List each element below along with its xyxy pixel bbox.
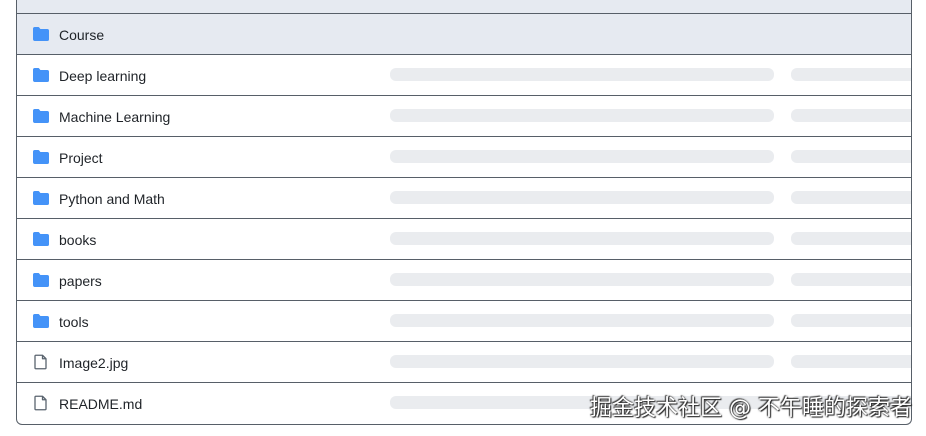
commit-date-placeholder — [791, 68, 911, 81]
commit-date-placeholder — [791, 109, 911, 122]
item-name[interactable]: Course — [59, 27, 104, 43]
item-name[interactable]: Image2.jpg — [59, 355, 128, 371]
commit-message-placeholder — [390, 232, 774, 245]
list-item[interactable]: Python and Math — [17, 178, 911, 219]
item-name[interactable]: Project — [59, 150, 103, 166]
list-item[interactable]: books — [17, 219, 911, 260]
commit-date-placeholder — [791, 232, 911, 245]
list-item[interactable]: papers — [17, 260, 911, 301]
item-name[interactable]: papers — [59, 273, 102, 289]
commit-date-placeholder — [791, 150, 911, 163]
item-name[interactable]: Machine Learning — [59, 109, 170, 125]
commit-message-placeholder — [390, 191, 774, 204]
watermark: 掘金技术社区 @ 不午睡的探索者 — [590, 396, 912, 421]
folder-icon — [33, 68, 49, 82]
list-item[interactable]: Deep learning — [17, 55, 911, 96]
list-header-strip — [17, 0, 911, 14]
file-icon — [34, 354, 47, 370]
folder-icon — [33, 314, 49, 328]
list-item[interactable]: Image2.jpg — [17, 342, 911, 383]
folder-icon — [33, 150, 49, 164]
commit-message-placeholder — [390, 109, 774, 122]
commit-date-placeholder — [791, 314, 911, 327]
item-name[interactable]: README.md — [59, 396, 142, 412]
folder-icon — [33, 273, 49, 287]
list-item[interactable]: tools — [17, 301, 911, 342]
list-item[interactable]: Machine Learning — [17, 96, 911, 137]
folder-icon — [33, 191, 49, 205]
list-item[interactable]: Project — [17, 137, 911, 178]
commit-date-placeholder — [791, 191, 911, 204]
commit-message-placeholder — [390, 273, 774, 286]
commit-date-placeholder — [791, 273, 911, 286]
folder-icon — [33, 27, 49, 41]
commit-date-placeholder — [791, 355, 911, 368]
commit-message-placeholder — [390, 150, 774, 163]
folder-icon — [33, 109, 49, 123]
commit-message-placeholder — [390, 355, 774, 368]
commit-message-placeholder — [390, 68, 774, 81]
item-name[interactable]: tools — [59, 314, 89, 330]
item-name[interactable]: books — [59, 232, 96, 248]
file-icon — [34, 395, 47, 411]
file-list: Course Deep learning Machine Learning Pr… — [16, 0, 912, 425]
item-name[interactable]: Deep learning — [59, 68, 146, 84]
item-name[interactable]: Python and Math — [59, 191, 165, 207]
list-item[interactable]: Course — [17, 14, 911, 55]
folder-icon — [33, 232, 49, 246]
commit-message-placeholder — [390, 314, 774, 327]
